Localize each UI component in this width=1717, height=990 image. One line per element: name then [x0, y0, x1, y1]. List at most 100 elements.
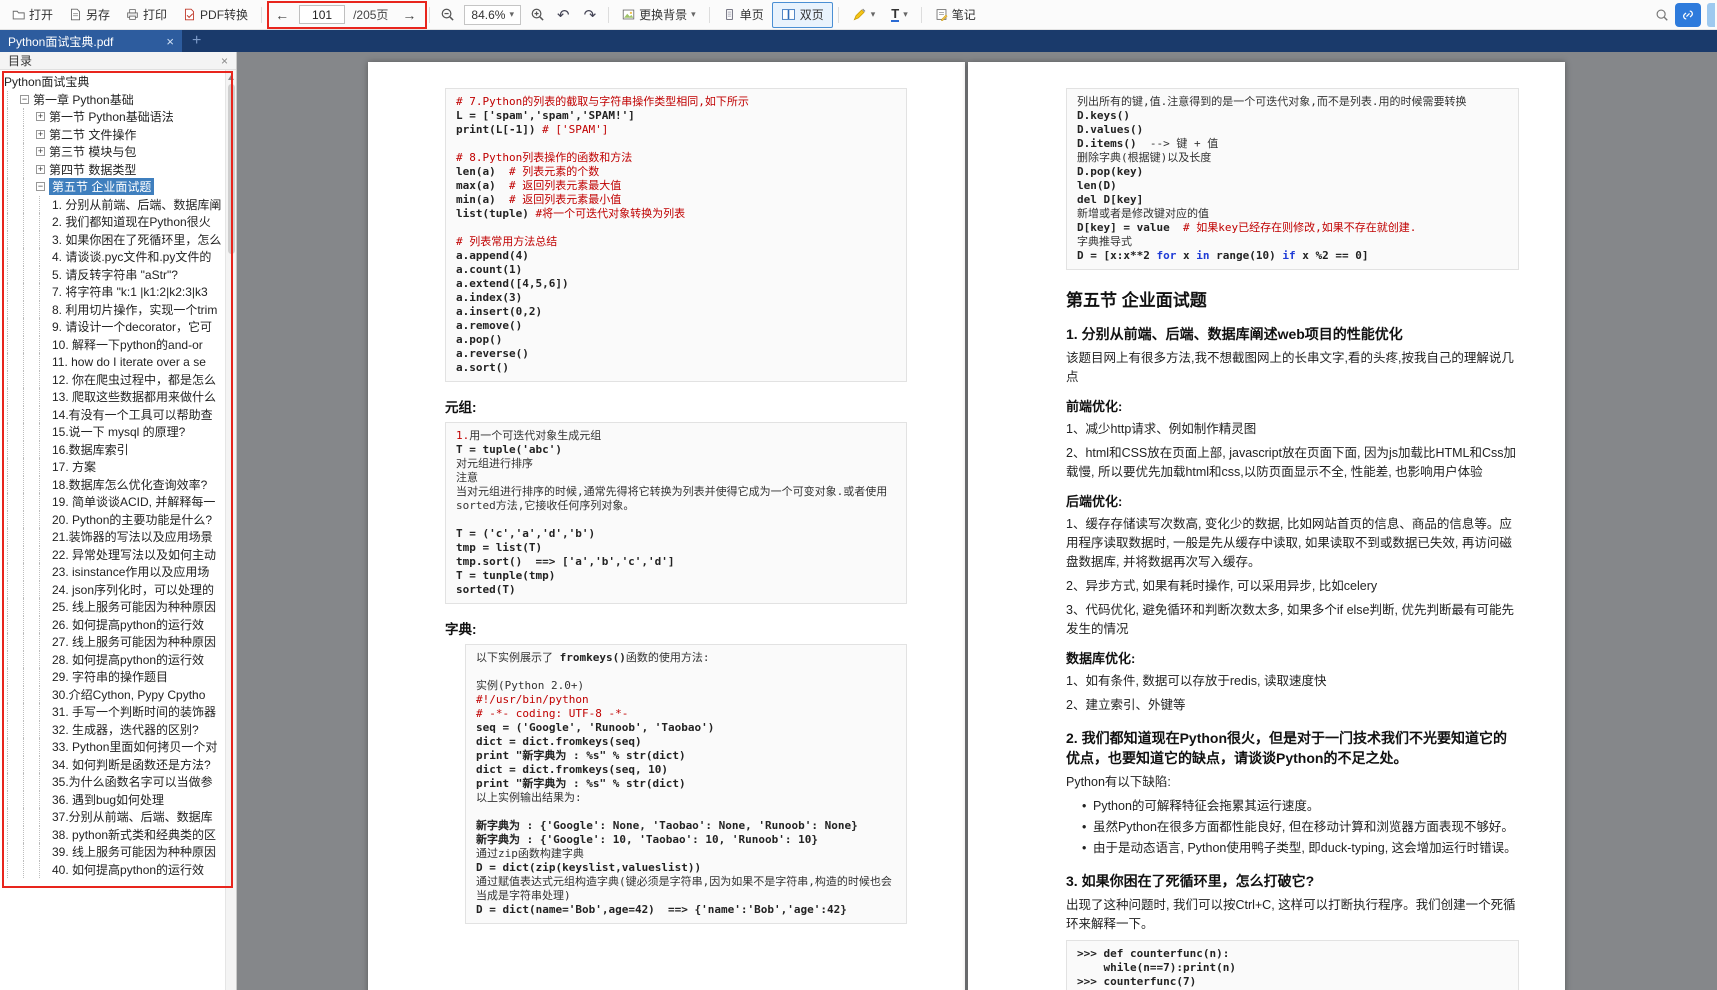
tab-close-icon[interactable]: ×: [166, 34, 174, 49]
toc-item-label: 第五节 企业面试题: [49, 178, 154, 195]
toc-item[interactable]: 20. Python的主要功能是什么?: [4, 511, 225, 529]
toc-item[interactable]: 33. Python里面如何拷贝一个对: [4, 738, 225, 756]
zoom-in-button[interactable]: [525, 7, 550, 22]
toc-item[interactable]: −第一章 Python基础: [4, 91, 225, 109]
toc-item[interactable]: 15.说一下 mysql 的原理?: [4, 423, 225, 441]
bullet-item: 由于是动态语言, Python使用鸭子类型, 即duck-typing, 这会增…: [1082, 839, 1519, 858]
toc-item[interactable]: +第三节 模块与包: [4, 143, 225, 161]
save-as-button[interactable]: 另存: [61, 2, 118, 28]
expand-icon[interactable]: +: [36, 130, 45, 139]
expand-icon[interactable]: +: [36, 147, 45, 156]
change-background-button[interactable]: 更换背景 ▾: [614, 2, 704, 28]
toc-item[interactable]: 31. 手写一个判断时间的装饰器: [4, 703, 225, 721]
page-number-input[interactable]: [299, 5, 345, 24]
paragraph: 1、如有条件, 数据可以存放于redis, 读取速度快: [1066, 672, 1519, 691]
collapse-icon[interactable]: −: [20, 95, 29, 104]
toc-item[interactable]: 4. 请谈谈.pyc文件和.py文件的: [4, 248, 225, 266]
toc-scrollbar[interactable]: [225, 70, 236, 990]
toc-item[interactable]: 37.分别从前端、后端、数据库: [4, 808, 225, 826]
toc-item[interactable]: 35.为什么函数名字可以当做参: [4, 773, 225, 791]
toc-item[interactable]: 28. 如何提高python的运行效: [4, 651, 225, 669]
document-tab[interactable]: Python面试宝典.pdf ×: [0, 30, 182, 52]
toc-item[interactable]: 30.介绍Cython, Pypy Cpytho: [4, 686, 225, 704]
notes-icon: [935, 8, 948, 21]
toc-item[interactable]: 9. 请设计一个decorator，它可: [4, 318, 225, 336]
toc-item[interactable]: 23. isinstance作用以及应用场: [4, 563, 225, 581]
toc-item[interactable]: 25. 线上服务可能因为种种原因: [4, 598, 225, 616]
single-page-button[interactable]: 单页: [715, 2, 772, 28]
toc-item[interactable]: 13. 爬取这些数据都用来做什么: [4, 388, 225, 406]
toc-item[interactable]: 40. 如何提高python的运行效: [4, 861, 225, 879]
toc-item[interactable]: 26. 如何提高python的运行效: [4, 616, 225, 634]
notes-button[interactable]: 笔记: [927, 2, 984, 28]
toc-item[interactable]: 8. 利用切片操作，实现一个trim: [4, 301, 225, 319]
tree-indent: [7, 371, 20, 389]
tree-indent: [39, 441, 52, 459]
next-page-button[interactable]: →: [396, 7, 422, 23]
toc-item[interactable]: 27. 线上服务可能因为种种原因: [4, 633, 225, 651]
toc-item[interactable]: −第五节 企业面试题: [4, 178, 225, 196]
toc-item[interactable]: 21.装饰器的写法以及应用场景: [4, 528, 225, 546]
prev-page-button[interactable]: ←: [269, 7, 295, 23]
scrollbar-thumb[interactable]: [228, 84, 235, 254]
scroll-up-icon[interactable]: [228, 75, 234, 80]
text-tool-button[interactable]: T ▾: [883, 2, 915, 28]
toc-item[interactable]: 38. python新式类和经典类的区: [4, 826, 225, 844]
toc-item[interactable]: 11. how do I iterate over a se: [4, 353, 225, 371]
tree-indent: [39, 633, 52, 651]
highlighter-button[interactable]: ▾: [844, 2, 884, 28]
print-button[interactable]: 打印: [118, 2, 175, 28]
tree-indent: [23, 406, 36, 424]
redo-button[interactable]: ↷: [577, 6, 604, 24]
toc-item[interactable]: 10. 解释一下python的and-or: [4, 336, 225, 354]
toc-item[interactable]: 19. 简单谈谈ACID, 并解释每一: [4, 493, 225, 511]
paragraph: 出现了这种问题时, 我们可以按Ctrl+C, 这样可以打断执行程序。我们创建一个…: [1066, 896, 1519, 934]
document-viewport[interactable]: # 7.Python的列表的截取与字符串操作类型相同,如下所示L = ['spa…: [237, 52, 1717, 990]
open-button[interactable]: 打开: [4, 2, 61, 28]
toc-header: 目录 ×: [0, 52, 236, 70]
undo-button[interactable]: ↶: [550, 6, 577, 24]
search-icon[interactable]: [1655, 8, 1669, 22]
toc-close-icon[interactable]: ×: [221, 54, 228, 68]
toc-item[interactable]: 39. 线上服务可能因为种种原因: [4, 843, 225, 861]
toc-item[interactable]: 18.数据库怎么优化查询效率?: [4, 476, 225, 494]
toc-item[interactable]: +第二节 文件操作: [4, 126, 225, 144]
tree-indent: [39, 791, 52, 809]
partial-button[interactable]: [1707, 3, 1715, 27]
toc-item[interactable]: 7. 将字符串 "k:1 |k1:2|k2:3|k3: [4, 283, 225, 301]
toc-item[interactable]: 29. 字符串的操作题目: [4, 668, 225, 686]
expand-icon[interactable]: +: [36, 112, 45, 121]
toc-item[interactable]: 34. 如何判断是函数还是方法?: [4, 756, 225, 774]
toc-item[interactable]: 1. 分别从前端、后端、数据库阐: [4, 196, 225, 214]
toc-item[interactable]: 5. 请反转字符串 "aStr"?: [4, 266, 225, 284]
pdf-convert-button[interactable]: PDF转换: [175, 2, 256, 28]
toc-item[interactable]: 14.有没有一个工具可以帮助查: [4, 406, 225, 424]
toc-item[interactable]: 22. 异常处理写法以及如何主动: [4, 546, 225, 564]
collapse-icon[interactable]: −: [36, 182, 45, 191]
toc-item[interactable]: +第一节 Python基础语法: [4, 108, 225, 126]
save-icon: [69, 8, 82, 21]
tree-indent: [7, 126, 20, 144]
toc-item[interactable]: 24. json序列化时，可以处理的: [4, 581, 225, 599]
tree-indent: [23, 651, 36, 669]
toc-item[interactable]: 17. 方案: [4, 458, 225, 476]
toc-item[interactable]: Python面试宝典: [4, 73, 225, 91]
tree-indent: [23, 756, 36, 774]
toc-item[interactable]: 16.数据库索引: [4, 441, 225, 459]
tree-indent: [7, 563, 20, 581]
toc-item[interactable]: 32. 生成器，迭代器的区别?: [4, 721, 225, 739]
toc-item[interactable]: 12. 你在爬虫过程中，都是怎么: [4, 371, 225, 389]
toc-item[interactable]: 2. 我们都知道现在Python很火: [4, 213, 225, 231]
share-link-button[interactable]: [1675, 3, 1701, 27]
toc-item[interactable]: 36. 遇到bug如何处理: [4, 791, 225, 809]
double-page-button[interactable]: 双页: [772, 2, 833, 28]
toc-item[interactable]: +第四节 数据类型: [4, 161, 225, 179]
new-tab-button[interactable]: +: [182, 30, 211, 52]
toc-item[interactable]: 3. 如果你困在了死循环里，怎么: [4, 231, 225, 249]
zoom-level-dropdown[interactable]: 84.6% ▾: [464, 5, 521, 25]
zoom-out-button[interactable]: [435, 7, 460, 22]
toc-item-label: 3. 如果你困在了死循环里，怎么: [52, 231, 221, 248]
tree-indent: [23, 423, 36, 441]
expand-icon[interactable]: +: [36, 165, 45, 174]
toolbar-separator: [261, 7, 262, 23]
